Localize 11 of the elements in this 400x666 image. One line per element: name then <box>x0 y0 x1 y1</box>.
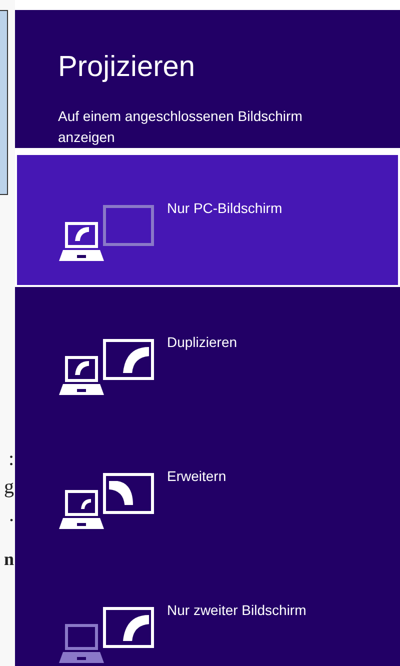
projection-mode-icon <box>59 607 155 665</box>
projection-option[interactable]: Nur PC-Bildschirm <box>15 153 400 287</box>
panel-subtitle: Auf einem angeschlossenen Bildschirm anzeigen <box>58 107 304 147</box>
document-text: . <box>9 503 14 527</box>
document-text: : <box>8 447 14 471</box>
document-text: n <box>4 548 14 571</box>
projection-mode-icon <box>59 339 155 397</box>
projection-mode-icon <box>59 473 155 531</box>
document-text: g <box>4 475 14 499</box>
projection-mode-icon <box>59 205 155 263</box>
panel-title: Projizieren <box>58 50 196 84</box>
